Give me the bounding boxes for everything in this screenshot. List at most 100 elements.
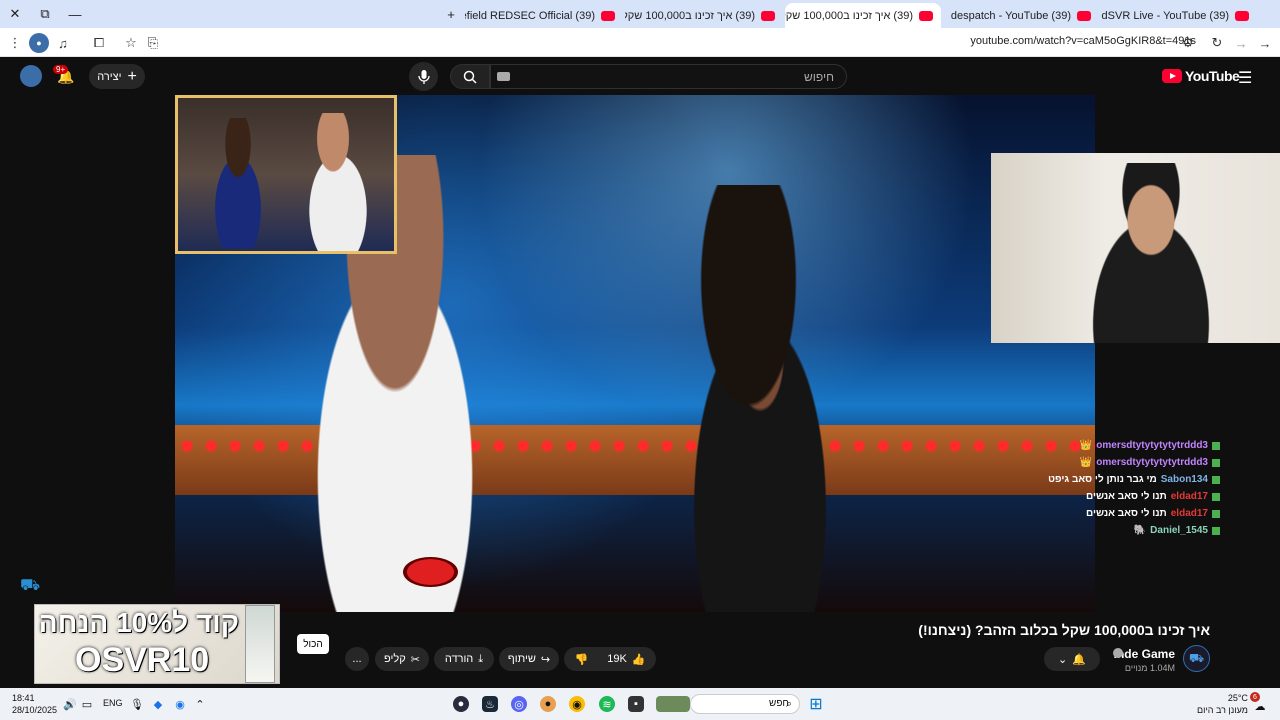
promo-line-1: קוד ל10% הנחה	[38, 607, 239, 638]
picture-in-picture-overlay	[175, 95, 397, 254]
tray-app-icon[interactable]: ◉	[172, 696, 188, 712]
app-icon[interactable]: ●	[453, 696, 469, 712]
chat-message: eldad17 תנו לי סאב אנשים	[1020, 488, 1220, 505]
tab-label: (39) despatch - YouTube	[950, 9, 1071, 22]
forward-icon[interactable]: →	[1255, 33, 1275, 53]
dislike-icon[interactable]: 👎	[575, 653, 589, 666]
app-icon[interactable]: ▪	[628, 696, 644, 712]
network-icon[interactable]: ▭	[79, 696, 95, 712]
discord-icon[interactable]: ◎	[511, 696, 527, 712]
youtube-favicon-icon	[919, 10, 933, 21]
app-icon[interactable]: ●	[540, 696, 556, 712]
chrome-icon[interactable]: ◉	[569, 696, 585, 712]
hamburger-menu-icon[interactable]: ☰	[1238, 68, 1252, 88]
like-icon[interactable]: 👍	[632, 653, 646, 666]
search-icon	[463, 70, 477, 84]
chat-message: eldad17 תנו לי סאב אנשים	[1020, 505, 1220, 522]
tab-video-active[interactable]: (39) איך זכינו ב100,000 שקל ✕	[785, 3, 941, 28]
back-icon[interactable]: →	[1231, 33, 1251, 53]
bookmark-star-icon[interactable]: ☆	[121, 33, 141, 53]
account-avatar[interactable]	[20, 65, 42, 87]
chat-badge-icon	[1212, 509, 1220, 518]
youtube-header: 🔔 9+ יצירה + חיפוש YouTube ☰	[0, 57, 1280, 95]
mic-tray-icon[interactable]: 🎙	[129, 696, 145, 712]
clip-button[interactable]: קליפ ✂	[375, 647, 429, 671]
tab-despatch[interactable]: (39) despatch - YouTube ✕	[943, 3, 1099, 28]
streamer	[1061, 163, 1241, 343]
menu-dots-icon[interactable]: ⋮	[5, 33, 25, 53]
tab-bar: ✕ ⧉ — + (39) Battlefield REDSEC Official…	[0, 0, 1280, 28]
share-page-icon[interactable]: ⎘	[143, 33, 163, 53]
tooltip: הכול	[297, 634, 329, 654]
tab-battlefield[interactable]: (39) Battlefield REDSEC Official ✕	[465, 3, 623, 28]
stream-chat-overlay: omersdtytytytytytrddd3 👑 omersdtytytytyty…	[1020, 437, 1220, 539]
taskbar-clock[interactable]: 18:41 28/10/2025	[12, 692, 57, 716]
weather-widget[interactable]: 25°C מעונן רב היום	[1197, 692, 1248, 716]
more-icon: ...	[352, 653, 362, 665]
language-indicator[interactable]: ENG	[103, 698, 123, 708]
like-count[interactable]: 19K	[607, 653, 627, 665]
more-actions-button[interactable]: ...	[345, 647, 369, 671]
youtube-favicon-icon	[601, 10, 615, 21]
promo-code-overlay: קוד ל10% הנחה OSVR10	[34, 604, 280, 684]
tab-odedsvr-live[interactable]: (39) OdedSVR Live - YouTube ✕	[1101, 3, 1257, 28]
create-button[interactable]: יצירה +	[89, 64, 145, 89]
contestant-woman	[645, 185, 875, 612]
search-icon: ⌕	[785, 697, 793, 710]
voice-search-button[interactable]	[409, 62, 438, 91]
address-bar[interactable]: youtube.com/watch?v=caM5oGgKIR8&t=491s	[970, 35, 1196, 47]
chat-user: Sabon134	[1160, 474, 1208, 485]
chat-badge-icon	[1212, 441, 1220, 450]
tab-video-1[interactable]: (39) איך זכינו ב100,000 שקל ב... ✕	[625, 3, 783, 28]
chevron-up-icon[interactable]: ⌃	[192, 696, 208, 712]
reload-icon[interactable]: ↻	[1207, 33, 1227, 53]
restore-window-icon[interactable]: ⧉	[30, 0, 60, 28]
chat-message: Daniel_1545 🐘	[1020, 522, 1220, 539]
streamer-webcam	[991, 153, 1280, 343]
profile-icon[interactable]: ●	[29, 33, 49, 53]
youtube-logo[interactable]: YouTube	[1162, 68, 1240, 84]
download-button[interactable]: הורדה ⤓	[434, 647, 494, 671]
pip-person-left	[198, 118, 278, 248]
share-label: שיתוף	[507, 653, 536, 665]
media-icon[interactable]: ♫	[53, 33, 73, 53]
basket-icon[interactable]: ⛟	[20, 576, 40, 596]
search-button[interactable]	[450, 64, 490, 89]
youtube-logo-text: YouTube	[1185, 68, 1240, 84]
share-button[interactable]: שיתוף ↪	[499, 647, 559, 671]
site-settings-icon[interactable]: ⚙	[1178, 33, 1198, 53]
speaker-icon[interactable]: 🔊	[62, 696, 78, 712]
minimize-window-icon[interactable]: —	[60, 0, 90, 28]
close-window-icon[interactable]: ✕	[0, 0, 30, 28]
tray-app-icon[interactable]: ◆	[150, 696, 166, 712]
chat-user: eldad17	[1170, 508, 1208, 519]
subscribe-bell-button[interactable]: ⌄ 🔔	[1044, 647, 1100, 671]
browser-toolbar: ⋮ ● ♫ ⧠ ☆ ⎘ youtube.com/watch?v=caM5oGgK…	[0, 28, 1280, 57]
steam-icon[interactable]: ♨	[482, 696, 498, 712]
extensions-icon[interactable]: ⧠	[89, 33, 109, 53]
plus-icon: +	[127, 67, 137, 85]
chat-text: תנו לי סאב אנשים	[1085, 508, 1167, 519]
chat-text: 🐘	[1133, 525, 1147, 536]
date: 28/10/2025	[12, 705, 58, 715]
keyboard-icon[interactable]	[497, 72, 510, 81]
chat-badge-icon	[1212, 458, 1220, 467]
windows-start-icon[interactable]: ⊞	[808, 696, 824, 713]
perfume-bottle-image	[245, 605, 275, 683]
notification-count-badge: 9+	[53, 65, 69, 74]
chat-text: 👑	[1079, 440, 1093, 451]
weather-condition: מעונן רב היום	[1197, 705, 1248, 715]
chat-message: omersdtytytytytytrddd3 👑	[1020, 454, 1220, 471]
search-input[interactable]: חיפוש	[490, 64, 847, 89]
red-buzzer	[403, 557, 458, 587]
bell-icon: 🔔	[1072, 653, 1086, 666]
chat-badge-icon	[1212, 526, 1220, 535]
app-thumbnail[interactable]	[656, 696, 690, 712]
new-tab-icon[interactable]: +	[436, 0, 466, 28]
chevron-down-icon: ⌄	[1058, 653, 1068, 666]
taskbar: 18:41 28/10/2025 🔊 ▭ ENG 🎙 ◆ ◉ ⌃ ● ♨ ◎ ●…	[0, 688, 1280, 720]
channel-avatar[interactable]: ⛟	[1183, 645, 1210, 672]
video-title: איך זכינו ב100,000 שקל בכלוב הזהב? (ניצח…	[918, 622, 1210, 638]
tab-label: (39) איך זכינו ב100,000 שקל	[785, 9, 913, 22]
spotify-icon[interactable]: ≋	[599, 696, 615, 712]
